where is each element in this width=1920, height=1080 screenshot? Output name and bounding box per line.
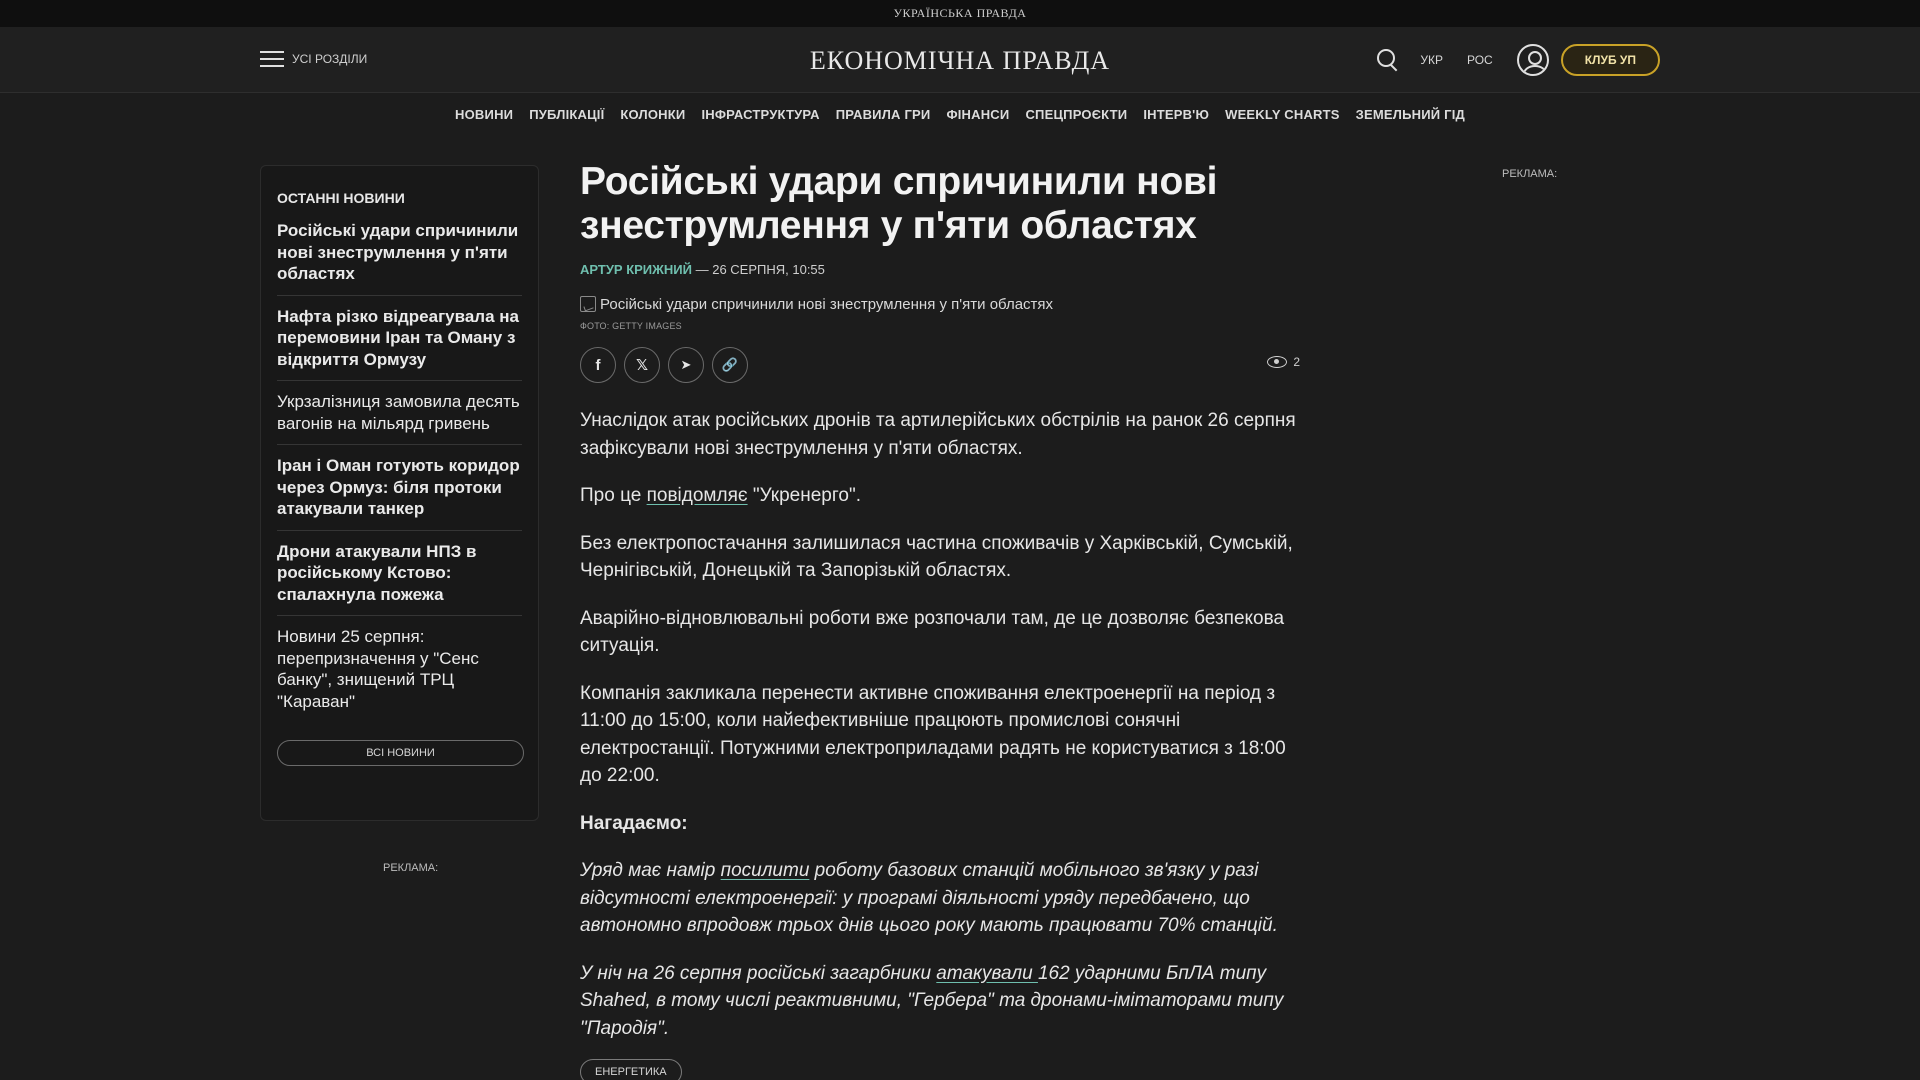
share-bar: f 𝕏 ➤ 🔗 2	[580, 347, 1300, 383]
x-share-button[interactable]: 𝕏	[624, 347, 660, 383]
telegram-share-button[interactable]: ➤	[668, 347, 704, 383]
nav-item-news[interactable]: НОВИНИ	[455, 107, 513, 122]
photo-credit: ФОТО: GETTY IMAGES	[580, 321, 682, 331]
all-sections-label: УСІ РОЗДІЛИ	[292, 52, 368, 66]
latest-news-sidebar: ОСТАННІ НОВИНИ Російські удари спричинил…	[260, 165, 539, 821]
article-date: 26 СЕРПНЯ, 10:55	[712, 262, 825, 277]
views-counter: 2	[1267, 355, 1300, 369]
hamburger-icon	[260, 51, 284, 67]
tag-energy[interactable]: ЕНЕРГЕТИКА	[580, 1059, 682, 1080]
paragraph: Без електропостачання залишилася частина…	[580, 532, 1293, 582]
facebook-icon: f	[595, 356, 601, 374]
nav-item-land-guide[interactable]: ЗЕМЕЛЬНИЙ ГІД	[1356, 107, 1465, 122]
news-list-item[interactable]: Дрони атакували НПЗ в російському Кстово…	[277, 531, 522, 616]
ad-label-left: РЕКЛАМА:	[383, 862, 439, 874]
club-up-button[interactable]: КЛУБ УП	[1560, 44, 1660, 76]
author-link[interactable]: АРТУР КРИЖНИЙ	[580, 262, 692, 277]
nav-item-finance[interactable]: ФІНАНСИ	[946, 107, 1009, 122]
lang-ukr-link[interactable]: УКР	[1420, 53, 1443, 67]
source-link[interactable]: повідомляє	[647, 485, 748, 506]
nav-item-columns[interactable]: КОЛОНКИ	[620, 107, 685, 122]
paragraph: Унаслідок атак російських дронів та арти…	[580, 410, 1296, 459]
search-icon[interactable]	[1374, 46, 1402, 74]
eye-icon	[1267, 356, 1288, 368]
nav-item-rules[interactable]: ПРАВИЛА ГРИ	[836, 107, 931, 122]
paragraph-text: У ніч на 26 серпня російські загарбники	[580, 962, 937, 984]
paragraph: Уряд має намір посилити роботу базових с…	[580, 857, 1308, 940]
paragraph: Компанія закликала перенести активне спо…	[580, 682, 1286, 787]
news-list-item[interactable]: Російські удари спричинили нові знеструм…	[277, 220, 522, 296]
nav-item-interview[interactable]: ІНТЕРВ'Ю	[1143, 107, 1209, 122]
all-sections-menu-button[interactable]: УСІ РОЗДІЛИ	[260, 51, 367, 67]
nav-item-special-projects[interactable]: СПЕЦПРОЄКТИ	[1025, 107, 1127, 122]
copy-link-button[interactable]: 🔗	[712, 347, 748, 383]
site-header: УСІ РОЗДІЛИ ЕКОНОМІЧНА ПРАВДА УКР РОС КЛ…	[0, 27, 1920, 93]
news-list-item[interactable]: Укрзалізниця замовила десять вагонів на …	[277, 381, 522, 445]
reminder-label: Нагадаємо:	[580, 812, 688, 834]
related-link[interactable]: посилити	[721, 860, 810, 881]
header-actions: УКР РОС КЛУБ УП	[1374, 42, 1660, 78]
nav-item-publications[interactable]: ПУБЛІКАЦІЇ	[529, 107, 604, 122]
latest-news-title: ОСТАННІ НОВИНИ	[277, 190, 405, 206]
paragraph: У ніч на 26 серпня російські загарбники …	[580, 960, 1308, 1043]
news-list-item[interactable]: Іран і Оман готують коридор через Ормуз:…	[277, 445, 522, 531]
telegram-icon: ➤	[680, 357, 692, 372]
user-account-icon[interactable]	[1516, 44, 1549, 76]
views-count: 2	[1293, 355, 1300, 369]
article-image: Російські удари спричинили нові знеструм…	[580, 293, 1300, 315]
article-title: Російські удари спричинили нові знеструм…	[580, 160, 1218, 247]
paragraph-text: Уряд має намір	[580, 860, 721, 881]
ad-label-right: РЕКЛАМА:	[1502, 168, 1558, 180]
news-list-item[interactable]: Нафта різко відреагувала на перемовини І…	[277, 296, 522, 381]
paragraph-text: "Укренерго".	[747, 485, 861, 506]
related-link[interactable]: атакували	[936, 963, 1038, 984]
article-image-alt: Російські удари спричинили нові знеструм…	[600, 295, 1054, 313]
link-icon: 🔗	[721, 357, 739, 372]
article-meta: АРТУР КРИЖНИЙ — 26 СЕРПНЯ, 10:55	[580, 262, 1300, 277]
date-separator: —	[691, 262, 713, 277]
main-nav: НОВИНИ ПУБЛІКАЦІЇ КОЛОНКИ ІНФРАСТРУКТУРА…	[0, 93, 1920, 135]
all-news-button[interactable]: ВСІ НОВИНИ	[277, 740, 524, 766]
paragraph: Аварійно-відновлювальні роботи вже розпо…	[580, 607, 1285, 657]
broken-image-icon	[580, 296, 596, 312]
up-brand-link[interactable]: УКРАЇНСЬКА ПРАВДА	[894, 6, 1027, 21]
paragraph: Про це повідомляє "Укренерго".	[580, 482, 1308, 510]
reminder-heading: Нагадаємо:	[580, 810, 1308, 838]
x-icon: 𝕏	[635, 357, 649, 374]
nav-item-weekly-charts[interactable]: WEEKLY CHARTS	[1225, 107, 1340, 122]
top-strip: УКРАЇНСЬКА ПРАВДА	[0, 0, 1920, 27]
nav-item-infrastructure[interactable]: ІНФРАСТРУКТУРА	[701, 107, 819, 122]
article-body: Унаслідок атак російських дронів та арти…	[580, 407, 1308, 1080]
facebook-share-button[interactable]: f	[580, 347, 616, 383]
paragraph-text: Про це	[580, 485, 647, 506]
lang-ros-link[interactable]: РОС	[1467, 53, 1493, 67]
news-list-item[interactable]: Новини 25 серпня: перепризначення у "Сен…	[277, 616, 522, 722]
article: Російські удари спричинили нові знеструм…	[580, 160, 1300, 1080]
